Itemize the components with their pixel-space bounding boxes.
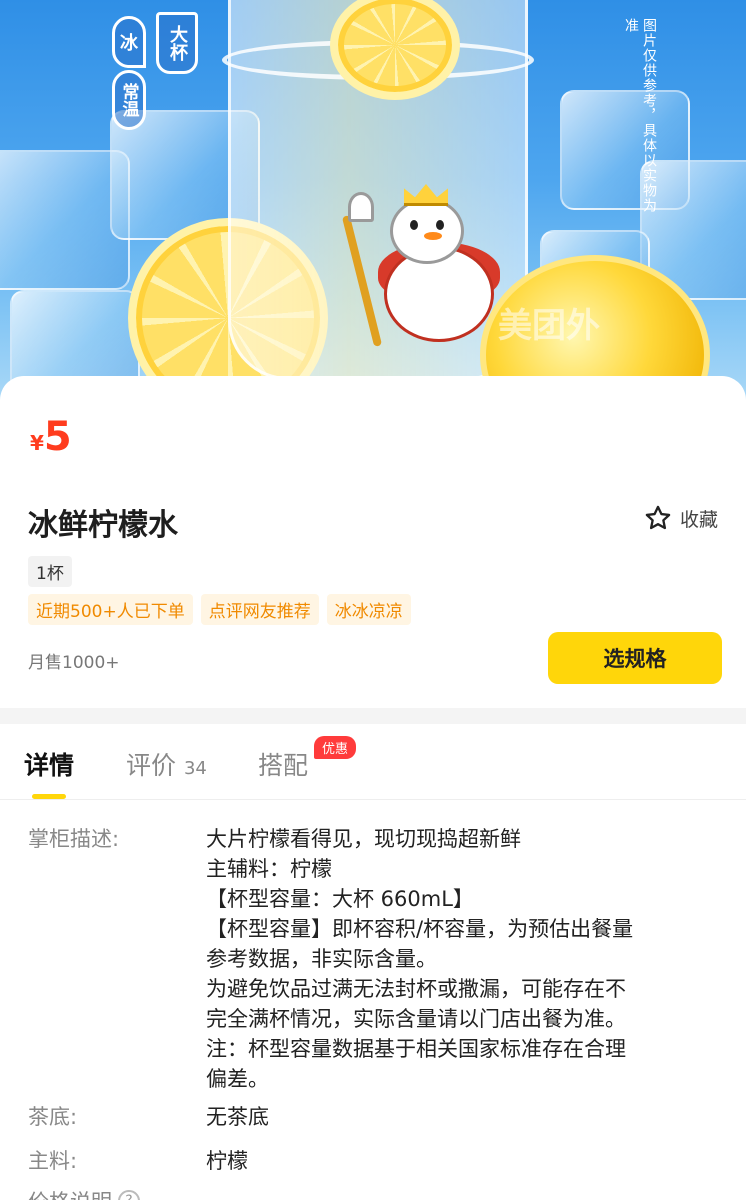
room-temp-badge: 常温	[112, 70, 146, 130]
currency-symbol: ¥	[30, 431, 44, 455]
tab-combo[interactable]: 搭配	[258, 746, 308, 782]
question-icon[interactable]: ?	[118, 1190, 140, 1200]
product-details-section: 掌柜描述: 大片柠檬看得见，现切现捣超新鲜 主辅料：柠檬 【杯型容量：大杯 66…	[0, 800, 746, 1200]
monthly-sales: 月售1000+	[28, 653, 120, 673]
product-name: 冰鲜柠檬水	[28, 508, 178, 543]
spec-tag: 1杯	[28, 556, 72, 587]
tab-details[interactable]: 详情	[24, 746, 74, 782]
ice-badge: 冰	[112, 16, 146, 68]
description-line: 大片柠檬看得见，现切现捣超新鲜	[206, 827, 521, 851]
product-info-card: ¥5 冰鲜柠檬水 收藏 1杯 近期500+人已下单 点评网友推荐 冰冰凉凉 月售…	[0, 376, 746, 708]
tab-combo-label: 搭配	[258, 751, 309, 780]
image-disclaimer: 图片仅供参考，具体以实物为准	[623, 18, 657, 213]
large-cup-badge: 大杯	[156, 12, 198, 74]
price-value: 5	[43, 414, 72, 460]
description-line: 注：杯型容量数据基于相关国家标准存在合理	[206, 1037, 626, 1061]
description-line: 【杯型容量：大杯 660mL】	[206, 887, 474, 911]
product-hero-image: 冰 大杯 常温 图片仅供参考，具体以实物为准 美团外	[0, 0, 746, 400]
description-line: 为避免饮品过满无法封杯或撒漏，可能存在不	[206, 977, 626, 1001]
detail-row-tea-base: 茶底: 无茶底	[28, 1102, 728, 1132]
description-line: 【杯型容量】即杯容积/杯容量，为预估出餐量	[206, 917, 634, 941]
description-value: 大片柠檬看得见，现切现捣超新鲜 主辅料：柠檬 【杯型容量：大杯 660mL】 【…	[206, 824, 728, 1094]
main-ingredient-value: 柠檬	[206, 1149, 248, 1173]
reviews-count: 34	[183, 758, 207, 779]
price-explanation-label: 价格说明	[28, 1186, 112, 1200]
description-line: 参考数据，非实际含量。	[206, 947, 437, 971]
detail-row-description: 掌柜描述: 大片柠檬看得见，现切现捣超新鲜 主辅料：柠檬 【杯型容量：大杯 66…	[28, 824, 728, 1094]
favorite-button[interactable]: 收藏	[644, 504, 718, 532]
description-line: 主辅料：柠檬	[206, 857, 332, 881]
description-line: 完全满杯情况，实际含量请以门店出餐为准。	[206, 1007, 626, 1031]
product-price: ¥5	[30, 414, 72, 460]
product-tags: 近期500+人已下单 点评网友推荐 冰冰凉凉	[28, 594, 411, 625]
tag-recent-orders: 近期500+人已下单	[28, 594, 193, 625]
select-spec-button[interactable]: 选规格	[548, 632, 722, 684]
favorite-label: 收藏	[679, 508, 718, 531]
tab-details-label: 详情	[24, 751, 75, 780]
detail-tabs: 详情 评价 34 搭配 优惠	[0, 724, 746, 800]
tea-base-value: 无茶底	[206, 1105, 269, 1129]
tab-reviews[interactable]: 评价 34	[126, 746, 207, 782]
description-line: 偏差。	[206, 1067, 269, 1091]
star-icon	[645, 505, 671, 530]
description-label: 掌柜描述:	[28, 827, 120, 851]
tag-ice-cold: 冰冰凉凉	[326, 594, 411, 625]
price-explanation-row[interactable]: 价格说明 ?	[28, 1186, 140, 1200]
cup-type-badges: 冰 大杯 常温	[112, 8, 198, 130]
tea-base-label: 茶底:	[28, 1105, 78, 1129]
main-ingredient-label: 主料:	[28, 1149, 78, 1173]
tab-reviews-label: 评价	[126, 751, 177, 780]
detail-row-main-ingredient: 主料: 柠檬	[28, 1146, 728, 1176]
active-tab-indicator	[32, 794, 66, 799]
watermark-text: 美团外	[498, 306, 600, 346]
snowman-mascot-icon	[341, 184, 500, 354]
promo-badge: 优惠	[314, 736, 357, 759]
tag-recommended: 点评网友推荐	[200, 594, 319, 625]
